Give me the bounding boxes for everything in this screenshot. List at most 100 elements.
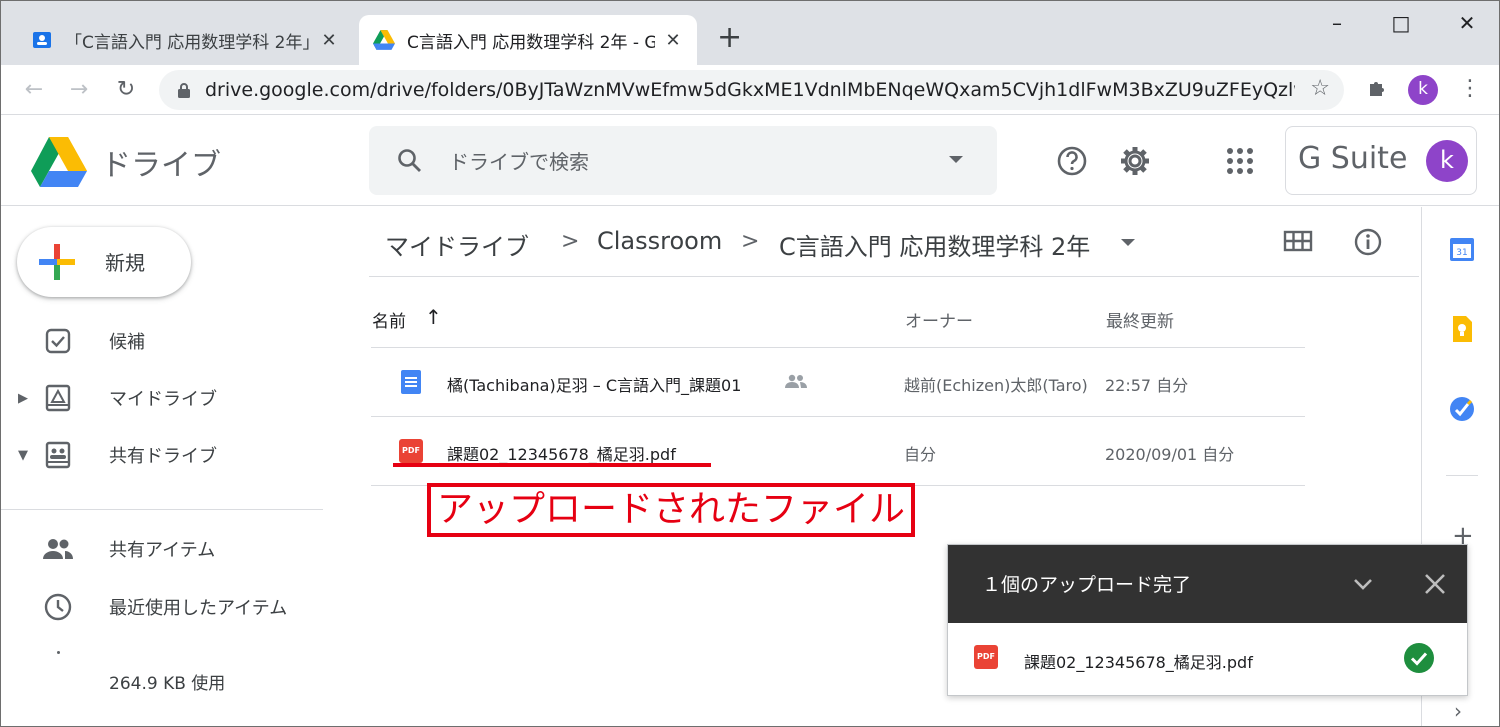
shared-drives-icon [41,438,75,472]
tab-close-icon[interactable]: ✕ [663,30,683,51]
drive-icon [373,29,395,51]
sidebar-divider [1,509,323,510]
sidebar-item-label: マイドライブ [109,389,217,410]
close-window-button[interactable]: ✕ [1447,11,1487,35]
account-avatar: k [1426,140,1468,182]
file-name: 課題02_12345678_橘足羽.pdf [447,445,676,464]
sidebar-item-shared-drives[interactable]: ▼ 共有ドライブ [1,432,323,478]
annotation-underline [393,463,711,467]
tab-strip: 「C言語入門 応用数理学科 2年」の ✕ C言語入門 応用数理学科 2年 - G… [1,1,1499,65]
new-tab-button[interactable]: + [717,21,742,55]
column-header-owner: オーナー [905,312,973,332]
plus-icon [39,244,75,280]
tab-title: 「C言語入門 応用数理学科 2年」の [65,32,311,53]
tab-title: C言語入門 応用数理学科 2年 - Go [407,32,655,53]
sidebar-item-recent[interactable]: 最近使用したアイテム [1,584,323,630]
tab-drive[interactable]: C言語入門 応用数理学科 2年 - Go ✕ [359,15,697,65]
sidebar-item-label: 候補 [109,332,145,353]
sidebar-item-shared-with-me[interactable]: 共有アイテム [1,526,323,572]
tab-classroom[interactable]: 「C言語入門 応用数理学科 2年」の ✕ [17,15,353,65]
drive-header: ドライブ ドライブで検索 G Suite k [1,116,1499,206]
pdf-icon: PDF [974,645,998,669]
upload-status-title: １個のアップロード完了 [982,574,1192,596]
sidebar-item-label: 最近使用したアイテム [109,598,288,619]
address-bar[interactable]: drive.google.com/drive/folders/0ByJTaWzn… [159,70,1344,110]
browser-toolbar: ← → ↻ drive.google.com/drive/folders/0By… [1,65,1499,115]
extensions-puzzle-icon[interactable] [1367,77,1389,104]
file-row[interactable]: 橘(Tachibana)足羽 – C言語入門_課題01 越前(Echizen)太… [371,347,1305,415]
breadcrumb: マイドライブ > Classroom > C言語入門 応用数理学科 2年 [369,207,1419,277]
search-icon[interactable] [397,148,423,174]
side-panel-divider [1446,475,1478,476]
upload-file-name: 課題02_12345678_橘足羽.pdf [1024,653,1253,672]
file-modified: 2020/09/01 自分 [1105,445,1235,464]
chrome-menu-icon[interactable]: ⋮ [1459,75,1481,103]
search-placeholder: ドライブで検索 [449,150,589,174]
new-button[interactable]: 新規 [17,227,191,297]
sidebar-item-label: 共有ドライブ [109,446,217,467]
search-options-caret-icon[interactable] [949,156,963,163]
scroll-indicator [57,651,60,654]
file-owner: 越前(Echizen)太郎(Taro) [904,376,1088,395]
sidebar: 新規 候補 ▶ マイドライブ ▼ 共有ドライブ 共有アイテム 最近使用したアイテ… [1,207,331,726]
pdf-icon: PDF [399,439,423,463]
forward-icon[interactable]: → [64,75,94,105]
sort-arrow-up-icon[interactable]: ↑ [425,305,442,329]
breadcrumb-separator: > [741,229,760,254]
sidebar-item-label: 共有アイテム [109,540,216,561]
google-doc-icon [399,370,423,394]
my-drive-icon [41,381,75,415]
tab-close-icon[interactable]: ✕ [319,30,339,51]
reload-icon[interactable]: ↻ [111,75,141,105]
tasks-icon[interactable] [1448,395,1476,423]
app-title: ドライブ [101,148,221,183]
classroom-icon [31,29,53,51]
chevron-right-icon[interactable]: › [1454,699,1462,723]
help-icon[interactable] [1055,144,1089,178]
column-header-modified[interactable]: 最終更新 [1106,307,1174,332]
breadcrumb-current-folder[interactable]: C言語入門 応用数理学科 2年 [779,227,1090,262]
bookmark-star-icon[interactable]: ☆ [1310,76,1330,101]
gsuite-label: G Suite [1298,141,1408,176]
upload-complete-check-icon [1404,643,1434,673]
breadcrumb-my-drive[interactable]: マイドライブ [385,227,529,262]
gsuite-account-button[interactable]: G Suite k [1285,126,1477,195]
close-icon[interactable] [1420,569,1450,599]
shared-people-icon [785,374,807,388]
minimize-button[interactable]: – [1317,11,1357,35]
profile-avatar[interactable]: k [1408,75,1438,105]
grid-view-icon[interactable] [1283,229,1313,253]
file-modified: 22:57 自分 [1105,376,1189,395]
storage-usage: 264.9 KB 使用 [109,674,226,694]
maximize-button[interactable]: □ [1381,11,1421,35]
breadcrumb-separator: > [561,229,580,254]
lock-icon [178,83,190,98]
back-icon[interactable]: ← [19,75,49,105]
expand-arrow-icon[interactable]: ▶ [18,391,28,406]
svg-text:31: 31 [1456,248,1467,258]
folder-menu-caret-icon[interactable] [1121,239,1135,246]
chevron-down-icon[interactable] [1348,569,1378,599]
url-text: drive.google.com/drive/folders/0ByJTaWzn… [205,79,1295,101]
apps-grid-icon[interactable] [1223,144,1257,178]
file-owner: 自分 [904,445,937,464]
suggested-check-icon [41,324,75,358]
google-drive-logo-icon[interactable] [31,137,87,187]
file-name: 橘(Tachibana)足羽 – C言語入門_課題01 [447,376,742,395]
file-row[interactable]: PDF 課題02_12345678_橘足羽.pdf 自分 2020/09/01 … [371,416,1305,484]
info-icon[interactable] [1353,227,1383,257]
recent-clock-icon [41,590,75,624]
column-header-name[interactable]: 名前 [372,307,406,332]
upload-status-panel: １個のアップロード完了 PDF 課題02_12345678_橘足羽.pdf [947,544,1468,696]
collapse-arrow-icon[interactable]: ▼ [18,448,28,463]
breadcrumb-classroom[interactable]: Classroom [597,227,722,255]
annotation-label: アップロードされたファイル [427,483,915,537]
sidebar-item-suggested[interactable]: 候補 [1,318,323,364]
sidebar-item-my-drive[interactable]: ▶ マイドライブ [1,375,323,421]
keep-icon[interactable] [1448,315,1476,343]
search-box[interactable]: ドライブで検索 [369,126,997,195]
shared-people-icon [41,532,75,566]
new-button-label: 新規 [105,251,145,275]
settings-gear-icon[interactable] [1118,144,1152,178]
calendar-icon[interactable]: 31 [1448,235,1476,263]
